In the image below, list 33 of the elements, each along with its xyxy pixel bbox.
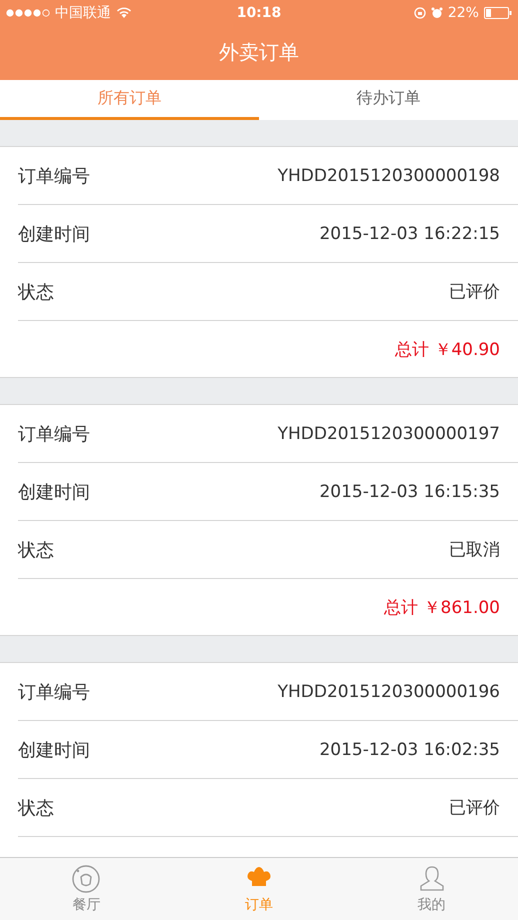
field-label: 创建时间 — [18, 480, 90, 504]
field-label: 状态 — [18, 796, 54, 820]
order-total: 总计 ￥861.00 — [384, 596, 500, 618]
signal-icon — [6, 9, 50, 17]
order-total: 总计 ￥40.90 — [394, 338, 500, 360]
tab-bar-item[interactable]: 订单 — [172, 858, 346, 920]
field-label: 状态 — [18, 538, 54, 562]
field-label: 订单编号 — [18, 164, 90, 188]
tab-bar-item[interactable]: 餐厅 — [0, 858, 173, 920]
field-value: YHDD2015120300000196 — [278, 682, 500, 702]
field-value: 2015-12-03 16:02:35 — [319, 740, 500, 760]
tab-bar-item[interactable]: 我的 — [345, 858, 518, 920]
field-value: 已评价 — [449, 797, 500, 819]
field-label: 状态 — [18, 280, 54, 304]
field-label: 创建时间 — [18, 222, 90, 246]
page-title: 外卖订单 — [218, 39, 300, 66]
field-value: 已评价 — [449, 281, 500, 303]
battery-percent: 22% — [448, 5, 479, 21]
field-value: YHDD2015120300000198 — [278, 166, 500, 186]
field-value: 2015-12-03 16:22:15 — [319, 224, 500, 244]
battery-icon — [484, 7, 512, 19]
field-value: 2015-12-03 16:15:35 — [319, 482, 500, 502]
field-label: 订单编号 — [18, 680, 90, 704]
carrier-name: 中国联通 — [55, 4, 111, 22]
status-time: 10:18 — [236, 5, 282, 21]
field-value: YHDD2015120300000197 — [278, 424, 500, 444]
rotation-lock-icon — [414, 7, 426, 19]
field-value: 已取消 — [449, 539, 500, 561]
wifi-icon — [116, 7, 132, 19]
alarm-icon — [430, 7, 443, 19]
field-label: 订单编号 — [18, 422, 90, 446]
pot-icon — [71, 864, 102, 894]
field-label: 创建时间 — [18, 738, 90, 762]
